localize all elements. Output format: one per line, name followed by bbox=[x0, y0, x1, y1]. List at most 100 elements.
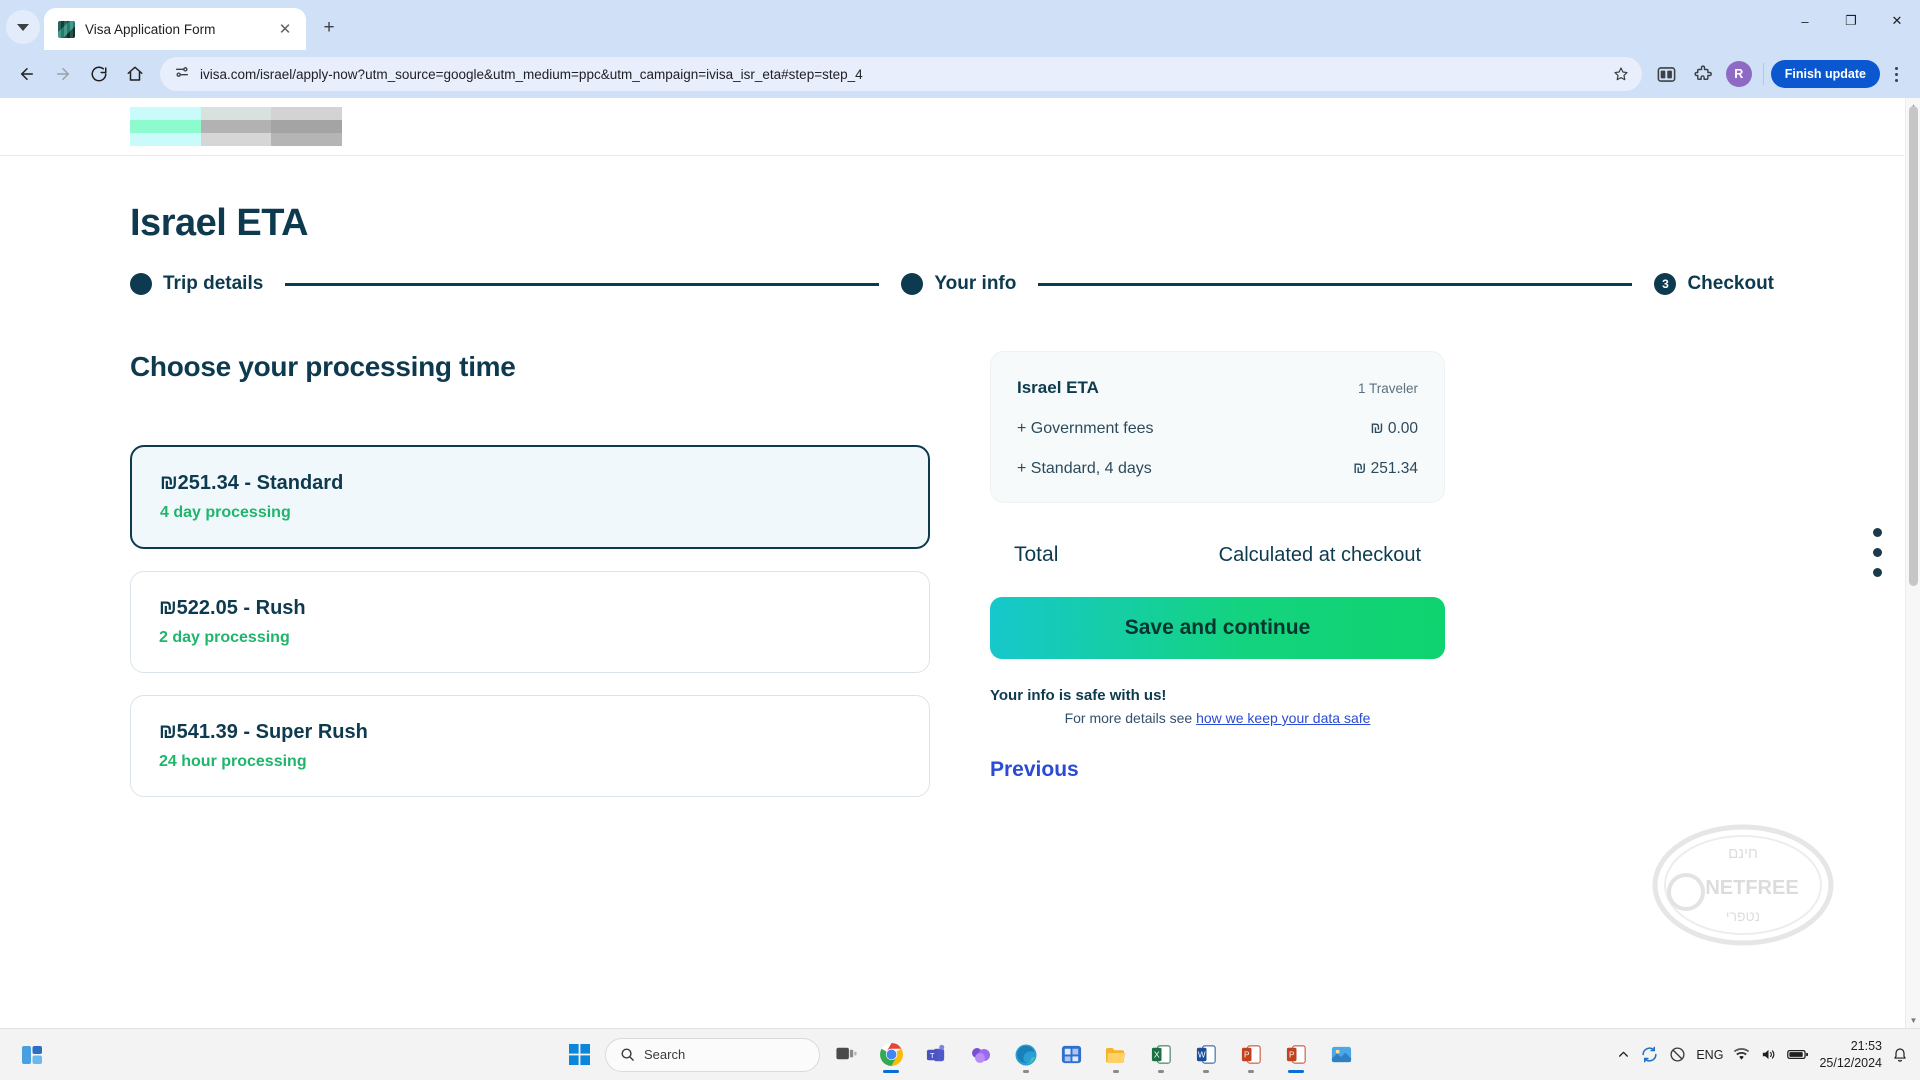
processing-option-super-rush[interactable]: ₪541.39 - Super Rush 24 hour processing bbox=[130, 695, 930, 797]
watermark-brand: NETFREE bbox=[1705, 877, 1798, 899]
split-view-icon[interactable] bbox=[1650, 57, 1684, 91]
minimize-icon[interactable]: – bbox=[1782, 0, 1828, 42]
order-summary-column: Israel ETA 1 Traveler + Government fees … bbox=[990, 351, 1445, 782]
start-button-icon[interactable] bbox=[560, 1036, 598, 1074]
close-icon[interactable]: ✕ bbox=[274, 18, 296, 40]
total-row: Total Calculated at checkout bbox=[990, 543, 1445, 567]
netfree-watermark: חינם NETFREE נטפרי bbox=[1652, 824, 1834, 946]
browser-toolbar: ivisa.com/israel/apply-now?utm_source=go… bbox=[0, 50, 1920, 98]
taskbar-app-microsoft-teams[interactable]: T bbox=[917, 1036, 955, 1074]
widgets-icon[interactable] bbox=[14, 1037, 50, 1073]
svg-text:P: P bbox=[1243, 1050, 1248, 1059]
svg-text:T: T bbox=[929, 1051, 934, 1060]
summary-header: Israel ETA 1 Traveler bbox=[1017, 378, 1418, 398]
browser-tab[interactable]: Visa Application Form ✕ bbox=[44, 8, 306, 50]
processing-option-standard[interactable]: ₪251.34 - Standard 4 day processing bbox=[130, 445, 930, 549]
taskbar-app-excel[interactable]: X bbox=[1142, 1036, 1180, 1074]
taskbar-app-store[interactable] bbox=[1052, 1036, 1090, 1074]
data-safety-link[interactable]: how we keep your data safe bbox=[1196, 710, 1370, 726]
taskbar-app-task-view[interactable] bbox=[827, 1036, 865, 1074]
option-processing-time: 24 hour processing bbox=[159, 753, 307, 770]
forward-icon[interactable] bbox=[46, 57, 80, 91]
privacy-note-text: For more details see how we keep your da… bbox=[990, 710, 1445, 726]
content-columns: Choose your processing time ₪251.34 - St… bbox=[130, 351, 1774, 797]
sync-icon[interactable] bbox=[1640, 1045, 1659, 1064]
taskbar-app-powerpoint-2[interactable]: P bbox=[1277, 1036, 1315, 1074]
finish-update-button[interactable]: Finish update bbox=[1770, 60, 1880, 88]
step-trip-details[interactable]: Trip details bbox=[130, 273, 263, 295]
floating-action-dots[interactable] bbox=[1873, 528, 1882, 577]
save-and-continue-button[interactable]: Save and continue bbox=[990, 597, 1445, 659]
total-value: Calculated at checkout bbox=[1218, 544, 1421, 566]
step-connector-1 bbox=[285, 282, 880, 286]
reload-icon[interactable] bbox=[82, 57, 116, 91]
taskbar-app-google-chrome[interactable] bbox=[872, 1036, 910, 1074]
battery-icon[interactable] bbox=[1787, 1047, 1809, 1062]
back-icon[interactable] bbox=[10, 57, 44, 91]
maximize-icon[interactable]: ❐ bbox=[1828, 0, 1874, 42]
step-dot-2 bbox=[901, 273, 924, 295]
taskbar-search-input[interactable]: Search bbox=[605, 1037, 820, 1072]
taskbar-app-photos[interactable] bbox=[1322, 1036, 1360, 1074]
scroll-down-icon[interactable]: ▼ bbox=[1906, 1012, 1920, 1028]
site-logo[interactable] bbox=[130, 106, 343, 147]
summary-row-government-fees: + Government fees ₪ 0.00 bbox=[1017, 420, 1418, 438]
privacy-note-prefix: For more details see bbox=[1064, 710, 1197, 726]
no-entry-icon[interactable] bbox=[1669, 1046, 1686, 1063]
clock[interactable]: 21:53 25/12/2024 bbox=[1819, 1038, 1882, 1072]
svg-text:X: X bbox=[1153, 1049, 1159, 1059]
page-title: Israel ETA bbox=[130, 202, 309, 244]
summary-row-label: + Government fees bbox=[1017, 420, 1154, 437]
watermark-top-text: חינם bbox=[1728, 845, 1758, 862]
new-tab-button[interactable]: + bbox=[314, 13, 344, 43]
site-settings-icon[interactable] bbox=[174, 64, 190, 85]
taskbar-app-onedrive[interactable] bbox=[962, 1036, 1000, 1074]
toolbar-divider bbox=[1762, 63, 1764, 85]
taskbar-app-word[interactable]: W bbox=[1187, 1036, 1225, 1074]
step-label-2: Your info bbox=[934, 273, 1017, 294]
step-label-1: Trip details bbox=[163, 273, 264, 294]
summary-row-value: ₪ 251.34 bbox=[1353, 460, 1418, 477]
bookmark-star-icon[interactable] bbox=[1608, 61, 1634, 87]
address-bar[interactable]: ivisa.com/israel/apply-now?utm_source=go… bbox=[160, 57, 1642, 91]
extensions-icon[interactable] bbox=[1686, 57, 1720, 91]
summary-traveler-count: 1 Traveler bbox=[1357, 381, 1418, 396]
tab-strip: Visa Application Form ✕ + – ❐ ✕ bbox=[0, 0, 1920, 50]
privacy-note-title: Your info is safe with us! bbox=[990, 687, 1167, 704]
taskbar-left bbox=[14, 1037, 50, 1073]
tab-search-button[interactable] bbox=[6, 10, 40, 44]
language-indicator[interactable]: ENG bbox=[1696, 1048, 1723, 1062]
option-price: ₪251.34 - Standard bbox=[160, 472, 344, 494]
volume-icon[interactable] bbox=[1760, 1046, 1777, 1063]
taskbar-app-file-explorer[interactable] bbox=[1097, 1036, 1135, 1074]
step-connector-2 bbox=[1038, 282, 1633, 286]
taskbar-app-powerpoint[interactable]: P bbox=[1232, 1036, 1270, 1074]
avatar[interactable]: R bbox=[1725, 61, 1752, 87]
favicon-icon bbox=[58, 20, 75, 38]
processing-options-list: ₪251.34 - Standard 4 day processing ₪522… bbox=[130, 445, 930, 797]
privacy-note: Your info is safe with us! For more deta… bbox=[990, 687, 1445, 726]
close-window-icon[interactable]: ✕ bbox=[1874, 0, 1920, 42]
chrome-menu-icon[interactable] bbox=[1882, 59, 1910, 89]
step-checkout[interactable]: 3 Checkout bbox=[1654, 273, 1774, 295]
notifications-icon[interactable] bbox=[1892, 1047, 1908, 1063]
taskbar-app-edge[interactable] bbox=[1007, 1036, 1045, 1074]
home-icon[interactable] bbox=[118, 57, 152, 91]
windows-taskbar: Search T X W P P ENG 21:53 25/12/2024 bbox=[0, 1028, 1920, 1080]
page-scrollbar[interactable]: ▲ ▼ bbox=[1905, 98, 1920, 1028]
search-icon bbox=[621, 1048, 634, 1061]
url-text[interactable]: ivisa.com/israel/apply-now?utm_source=go… bbox=[200, 67, 1598, 82]
wifi-icon[interactable] bbox=[1733, 1046, 1750, 1063]
processing-time-column: Choose your processing time ₪251.34 - St… bbox=[130, 351, 930, 797]
window-controls: – ❐ ✕ bbox=[1782, 0, 1920, 42]
show-hidden-icons-icon[interactable] bbox=[1617, 1048, 1630, 1061]
step-your-info[interactable]: Your info bbox=[901, 273, 1016, 295]
total-label: Total bbox=[1014, 543, 1059, 566]
clock-date: 25/12/2024 bbox=[1819, 1055, 1882, 1070]
site-header bbox=[0, 98, 1904, 156]
option-processing-time: 2 day processing bbox=[159, 629, 290, 646]
option-processing-time: 4 day processing bbox=[160, 504, 291, 521]
processing-option-rush[interactable]: ₪522.05 - Rush 2 day processing bbox=[130, 571, 930, 673]
previous-button[interactable]: Previous bbox=[990, 758, 1079, 782]
scrollbar-thumb[interactable] bbox=[1909, 106, 1918, 586]
